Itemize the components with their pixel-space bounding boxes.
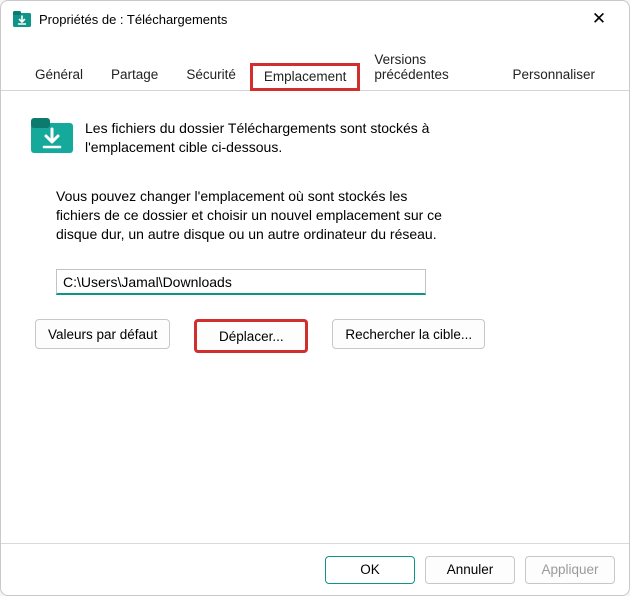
- content-area: Les fichiers du dossier Téléchargements …: [1, 91, 629, 543]
- titlebar: Propriétés de : Téléchargements ✕: [1, 1, 629, 37]
- tab-general[interactable]: Général: [21, 61, 97, 91]
- location-path-input[interactable]: [56, 269, 426, 295]
- main-description: Les fichiers du dossier Téléchargements …: [85, 119, 445, 157]
- tab-securite[interactable]: Sécurité: [172, 61, 250, 91]
- downloads-folder-icon: [13, 10, 31, 28]
- close-icon: ✕: [592, 9, 606, 29]
- properties-window: Propriétés de : Téléchargements ✕ Généra…: [0, 0, 630, 596]
- ok-button[interactable]: OK: [325, 556, 415, 584]
- tab-versions[interactable]: Versions précédentes: [360, 46, 498, 91]
- cancel-button[interactable]: Annuler: [425, 556, 515, 584]
- description-row: Les fichiers du dossier Téléchargements …: [31, 115, 599, 157]
- tab-emplacement[interactable]: Emplacement: [250, 63, 361, 91]
- sub-description: Vous pouvez changer l'emplacement où son…: [56, 187, 446, 244]
- tab-partage[interactable]: Partage: [97, 61, 172, 91]
- apply-button[interactable]: Appliquer: [525, 556, 615, 584]
- window-title: Propriétés de : Téléchargements: [39, 12, 579, 27]
- tab-personnaliser[interactable]: Personnaliser: [498, 61, 609, 91]
- action-button-row: Valeurs par défaut Déplacer... Recherche…: [35, 319, 599, 353]
- restore-defaults-button[interactable]: Valeurs par défaut: [35, 319, 170, 349]
- tab-bar: Général Partage Sécurité Emplacement Ver…: [1, 37, 629, 91]
- move-button[interactable]: Déplacer...: [194, 319, 308, 353]
- close-button[interactable]: ✕: [579, 5, 619, 33]
- find-target-button[interactable]: Rechercher la cible...: [332, 319, 485, 349]
- dialog-footer: OK Annuler Appliquer: [1, 543, 629, 595]
- downloads-folder-large-icon: [31, 115, 73, 155]
